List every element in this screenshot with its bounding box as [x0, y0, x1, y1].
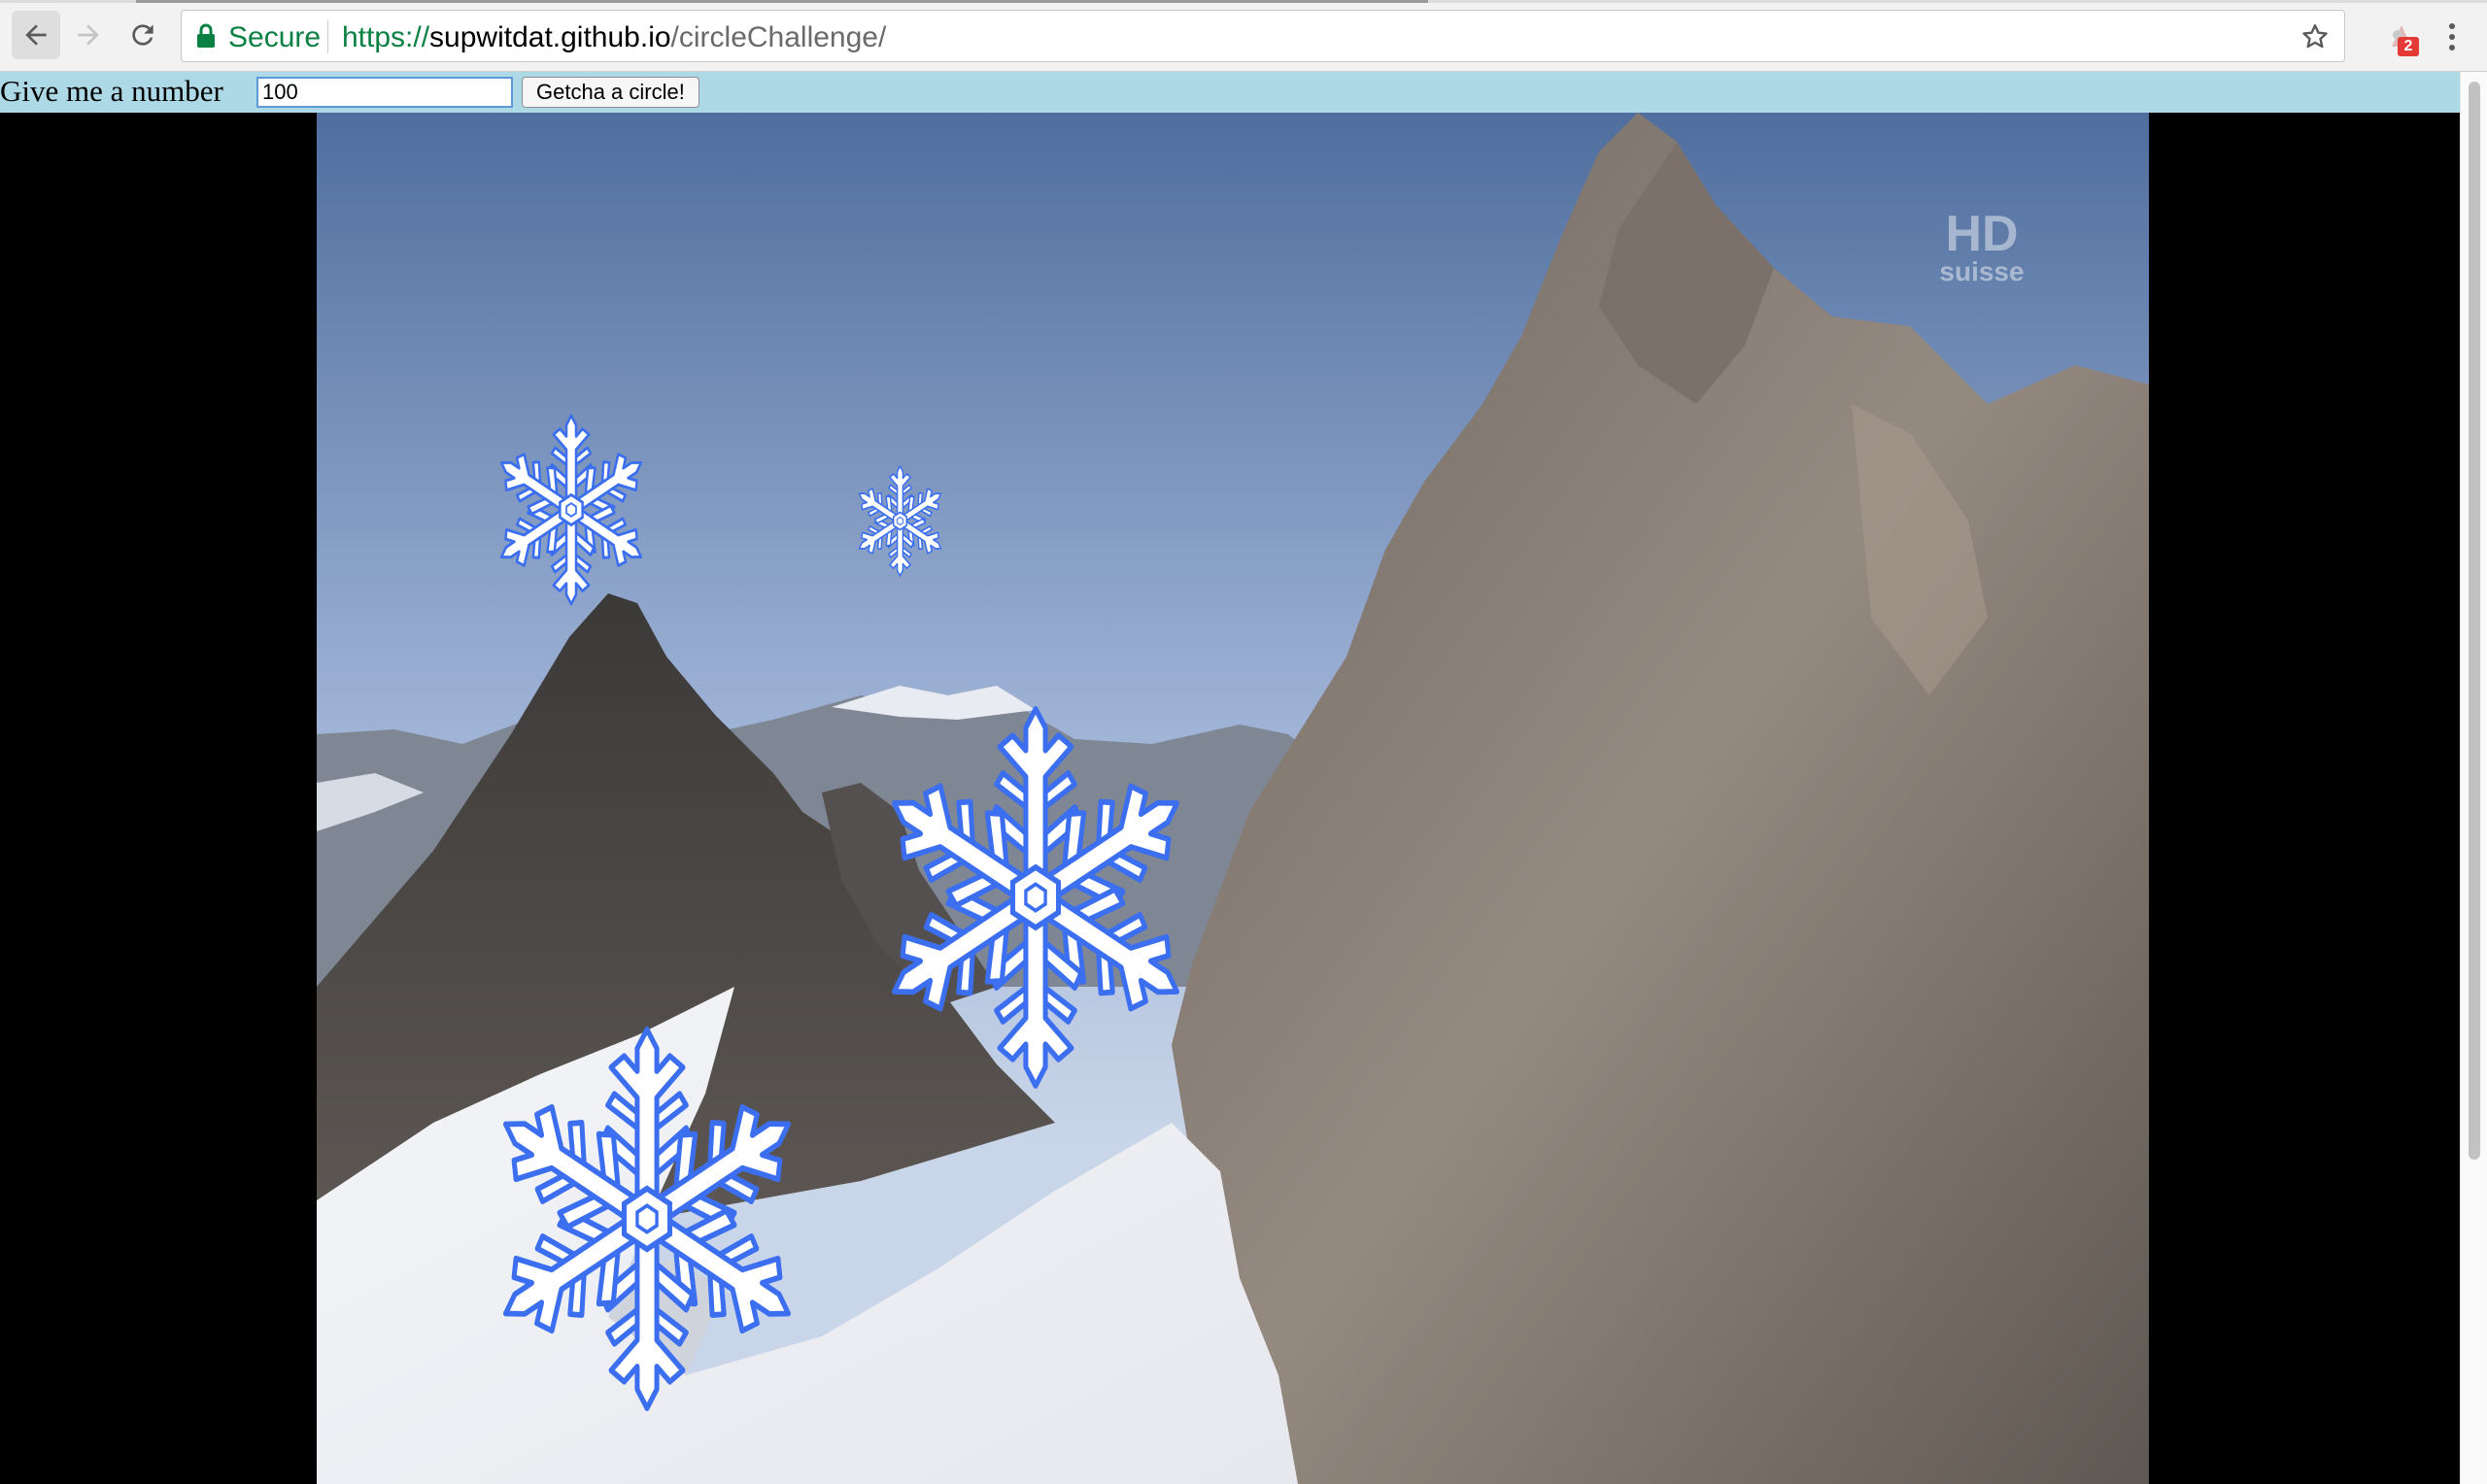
channel-watermark: HD suisse — [1938, 206, 2026, 287]
scroll-thumb[interactable] — [2469, 82, 2480, 1160]
star-icon[interactable] — [2300, 21, 2331, 52]
url-text[interactable]: https://supwitdat.github.io/circleChalle… — [342, 21, 886, 54]
url-path: /circleChallenge/ — [670, 21, 887, 53]
forward-button[interactable] — [64, 11, 113, 59]
url-host: supwitdat.github.io — [429, 21, 671, 53]
snowflake-icon — [872, 709, 1199, 1086]
menu-icon[interactable] — [2440, 19, 2464, 54]
back-arrow-icon — [25, 24, 47, 46]
omnibox-divider — [327, 20, 328, 53]
scene-canvas: HD suisse — [0, 113, 2460, 1484]
snowflake-icon — [491, 416, 652, 604]
getcha-circle-button[interactable]: Getcha a circle! — [522, 77, 699, 108]
reload-button[interactable] — [119, 11, 167, 59]
watermark-line2: suisse — [1939, 256, 2025, 287]
back-button[interactable] — [12, 11, 60, 59]
lock-icon — [197, 23, 215, 48]
number-prompt-label: Give me a number — [0, 74, 223, 108]
form-bar: Give me a number Getcha a circle! — [0, 72, 2460, 113]
forward-arrow-icon — [78, 24, 99, 46]
tab-strip-edge — [0, 0, 2487, 3]
reload-icon — [132, 24, 153, 46]
page-scrollbar[interactable] — [2460, 72, 2487, 1484]
number-input[interactable] — [256, 77, 513, 108]
secure-label: Secure — [228, 21, 322, 53]
browser-toolbar: Secure https://supwitdat.github.io/circl… — [0, 0, 2487, 72]
snowflake-icon — [484, 1029, 810, 1408]
watermark-line1: HD — [1945, 206, 2019, 262]
address-bar[interactable]: Secure https://supwitdat.github.io/circl… — [181, 10, 2345, 62]
extension-badge: 2 — [2398, 37, 2419, 56]
url-scheme: https:// — [342, 21, 430, 53]
snowflake-icon — [853, 466, 947, 576]
